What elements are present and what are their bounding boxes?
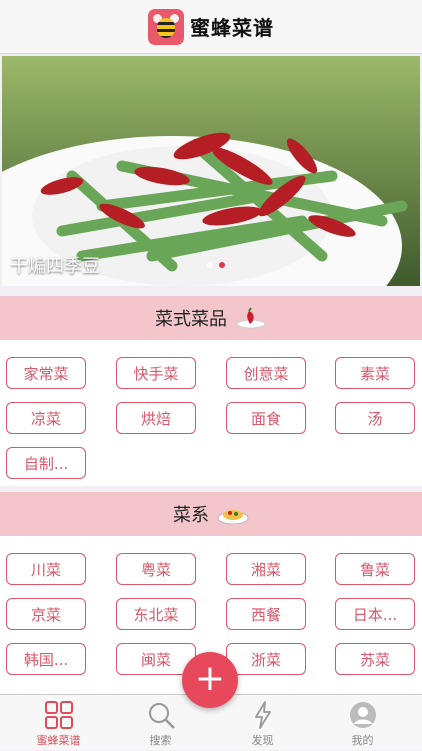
- tag-xican[interactable]: 西餐: [226, 598, 306, 630]
- grid-icon: [44, 701, 73, 729]
- tab-label: 蜜蜂菜谱: [36, 734, 81, 747]
- tab-home[interactable]: 蜜蜂菜谱: [6, 695, 111, 751]
- tag-zizhi[interactable]: 自制...: [6, 447, 86, 479]
- tag-yuecai[interactable]: 粤菜: [116, 553, 196, 585]
- tag-xiangcai[interactable]: 湘菜: [226, 553, 306, 585]
- tab-profile[interactable]: 我的: [310, 695, 415, 751]
- tag-sucai-jiangsu[interactable]: 苏菜: [335, 643, 415, 675]
- tag-zhecai[interactable]: 浙菜: [226, 643, 306, 675]
- banner-pager[interactable]: [207, 262, 225, 268]
- tag-liangcai[interactable]: 凉菜: [6, 402, 86, 434]
- section-title: 菜式菜品: [155, 309, 227, 330]
- tag-kuaishoucai[interactable]: 快手菜: [116, 357, 196, 389]
- bee-logo-icon: [148, 8, 184, 45]
- noodle-plate-icon: [217, 510, 249, 525]
- dish-category-grid: 家常菜 快手菜 创意菜 素菜 凉菜 烘焙 面食 汤 自制...: [0, 340, 422, 486]
- chili-pepper-icon: [236, 307, 266, 329]
- tag-mianshi[interactable]: 面食: [226, 402, 306, 434]
- tag-jingcai[interactable]: 京菜: [6, 598, 86, 630]
- section-header-dishes: 菜式菜品: [0, 296, 422, 340]
- tag-tang[interactable]: 汤: [335, 402, 415, 434]
- pager-dot[interactable]: [207, 262, 213, 268]
- tag-hanguo[interactable]: 韩国...: [6, 643, 86, 675]
- tag-chuangyicai[interactable]: 创意菜: [226, 357, 306, 389]
- lightning-icon: [254, 701, 271, 729]
- featured-banner[interactable]: 干煸四季豆: [2, 56, 420, 286]
- tag-chuancai[interactable]: 川菜: [6, 553, 86, 585]
- tag-hongbei[interactable]: 烘焙: [116, 402, 196, 434]
- app-header: 蜜蜂菜谱: [0, 0, 422, 54]
- tab-discover[interactable]: 发现: [210, 695, 315, 751]
- add-recipe-button[interactable]: +: [182, 652, 238, 708]
- tag-dongbeicai[interactable]: 东北菜: [116, 598, 196, 630]
- user-icon: [349, 702, 376, 728]
- app-title: 蜜蜂菜谱: [190, 16, 274, 40]
- pager-dot-active[interactable]: [219, 262, 225, 268]
- tab-label: 我的: [351, 734, 374, 747]
- section-title: 菜系: [173, 505, 209, 526]
- tag-sucai[interactable]: 素菜: [335, 357, 415, 389]
- search-icon: [148, 703, 175, 729]
- tag-riben[interactable]: 日本...: [335, 598, 415, 630]
- tab-label: 搜索: [149, 734, 172, 747]
- tag-lucai[interactable]: 鲁菜: [335, 553, 415, 585]
- section-header-cuisines: 菜系: [0, 492, 422, 536]
- banner-caption: 干煸四季豆: [10, 256, 100, 277]
- tab-label: 发现: [251, 734, 274, 747]
- tag-jiachangcai[interactable]: 家常菜: [6, 357, 86, 389]
